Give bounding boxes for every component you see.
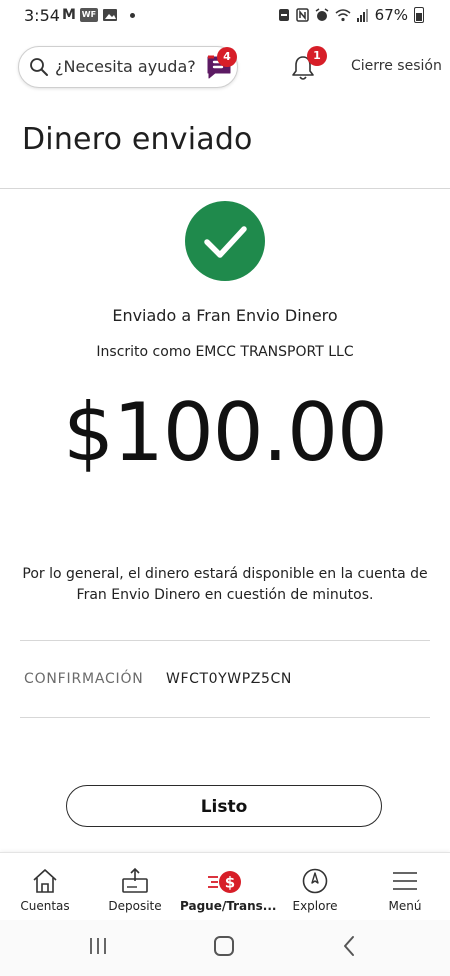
status-time: 3:54 — [24, 6, 60, 25]
svg-text:$: $ — [225, 874, 235, 892]
divider — [20, 640, 430, 641]
back-icon[interactable] — [342, 935, 356, 957]
nav-item-explore[interactable]: Explore — [270, 853, 360, 921]
pay-transfer-icon: $ — [208, 871, 241, 893]
status-notification-icons: M WF — [62, 7, 135, 23]
home-button-icon[interactable] — [214, 936, 234, 956]
system-nav-bar — [0, 920, 450, 976]
nav-item-menu[interactable]: Menú — [360, 853, 450, 921]
logout-link[interactable]: Cierre sesión — [351, 58, 442, 74]
search-icon — [30, 58, 48, 76]
wf-icon: WF — [79, 8, 98, 22]
status-system-icons: 67% — [278, 6, 424, 24]
done-button[interactable]: Listo — [66, 785, 382, 827]
nav-label: Menú — [388, 899, 422, 913]
enrolled-as-text: Inscrito como EMCC TRANSPORT LLC — [96, 344, 354, 360]
checkmark-icon — [204, 226, 247, 258]
page-title: Dinero enviado — [22, 122, 253, 157]
divider — [0, 188, 450, 189]
compass-icon — [302, 868, 328, 894]
nav-item-pay-transfer[interactable]: $ Pague/Trans... — [180, 853, 277, 921]
nav-label: Cuentas — [20, 899, 70, 913]
dot-icon — [129, 12, 135, 18]
confirmation-code: WFCT0YWPZ5CN — [166, 671, 292, 687]
alarm-icon — [315, 8, 329, 21]
nfc-icon — [295, 8, 309, 22]
menu-icon — [393, 872, 417, 890]
dnd-icon — [278, 9, 289, 21]
success-icon — [185, 201, 265, 281]
nav-item-deposit[interactable]: Deposite — [90, 853, 180, 921]
deposit-icon — [122, 867, 148, 893]
nav-label: Explore — [292, 899, 338, 913]
assistant-badge: 4 — [217, 47, 237, 67]
nav-item-accounts[interactable]: Cuentas — [0, 853, 90, 921]
status-bar: 3:54 M WF 67% — [0, 0, 450, 36]
gmail-icon: M — [62, 7, 76, 23]
home-icon — [33, 869, 57, 893]
gallery-icon — [102, 9, 117, 21]
bottom-nav: Cuentas Deposite $ Pague/Trans... Explor… — [0, 852, 450, 921]
battery-icon — [414, 7, 424, 23]
help-search-bar[interactable]: ¿Necesita ayuda? — [18, 46, 238, 88]
nav-label: Deposite — [108, 899, 162, 913]
confirmation-label: CONFIRMACIÓN — [24, 671, 144, 687]
nav-label: Pague/Trans... — [180, 899, 277, 913]
battery-percent: 67% — [374, 6, 408, 24]
wifi-icon — [335, 9, 351, 22]
recent-apps-icon[interactable] — [88, 936, 108, 956]
recipient-text: Enviado a Fran Envio Dinero — [112, 306, 338, 325]
search-placeholder: ¿Necesita ayuda? — [55, 57, 196, 76]
divider — [20, 717, 430, 718]
signal-icon — [356, 9, 368, 22]
notification-badge: 1 — [307, 46, 327, 66]
amount-sent: $100.00 — [63, 386, 388, 479]
availability-note: Por lo general, el dinero estará disponi… — [22, 566, 428, 603]
